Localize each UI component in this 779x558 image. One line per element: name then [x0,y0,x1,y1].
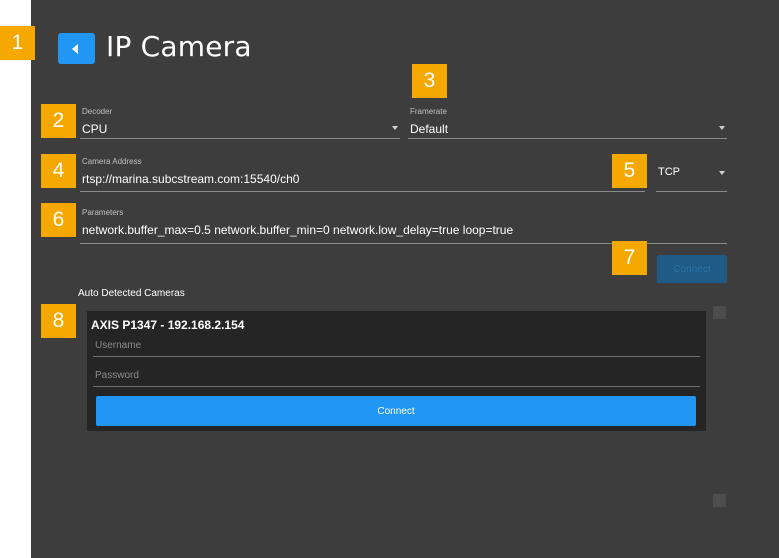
password-input[interactable] [93,365,700,387]
framerate-select[interactable]: Framerate Default [408,107,727,139]
camera-address-label: Camera Address [82,157,142,166]
framerate-value: Default [410,122,449,136]
camera-address-value: rtsp://marina.subcstream.com:15540/ch0 [82,172,300,186]
callout-4: 4 [41,154,76,188]
username-input[interactable] [93,335,700,357]
decoder-value: CPU [82,122,108,136]
connect-button[interactable]: Connect [96,396,696,426]
scroll-up-button[interactable] [713,306,726,319]
parameters-field[interactable]: Parameters network.buffer_max=0.5 networ… [80,208,727,244]
protocol-select[interactable]: TCP [656,157,727,192]
protocol-value: TCP [658,166,680,178]
camera-card: AXIS P1347 - 192.168.2.154 Connect [87,311,706,431]
callout-1: 1 [0,26,35,60]
callout-5: 5 [612,154,647,188]
callout-6: 6 [41,203,76,237]
page-title: IP Camera [106,30,252,63]
scroll-down-button[interactable] [713,494,726,507]
framerate-label: Framerate [410,107,447,116]
camera-name: AXIS P1347 - 192.168.2.154 [91,318,245,332]
camera-address-field[interactable]: Camera Address rtsp://marina.subcstream.… [80,157,645,192]
callout-2: 2 [41,104,76,138]
parameters-label: Parameters [82,208,124,217]
callout-8: 8 [41,304,76,338]
chevron-down-icon [392,126,398,130]
parameters-value: network.buffer_max=0.5 network.buffer_mi… [82,223,514,237]
callout-7: 7 [612,241,647,275]
callout-3: 3 [412,64,447,98]
decoder-label: Decoder [82,107,113,116]
chevron-down-icon [719,126,725,130]
connect-button-disabled[interactable]: Connect [657,255,727,283]
decoder-select[interactable]: Decoder CPU [80,107,400,139]
back-button[interactable] [58,33,95,64]
auto-detected-cameras-label: Auto Detected Cameras [78,288,185,299]
chevron-down-icon [719,171,725,175]
